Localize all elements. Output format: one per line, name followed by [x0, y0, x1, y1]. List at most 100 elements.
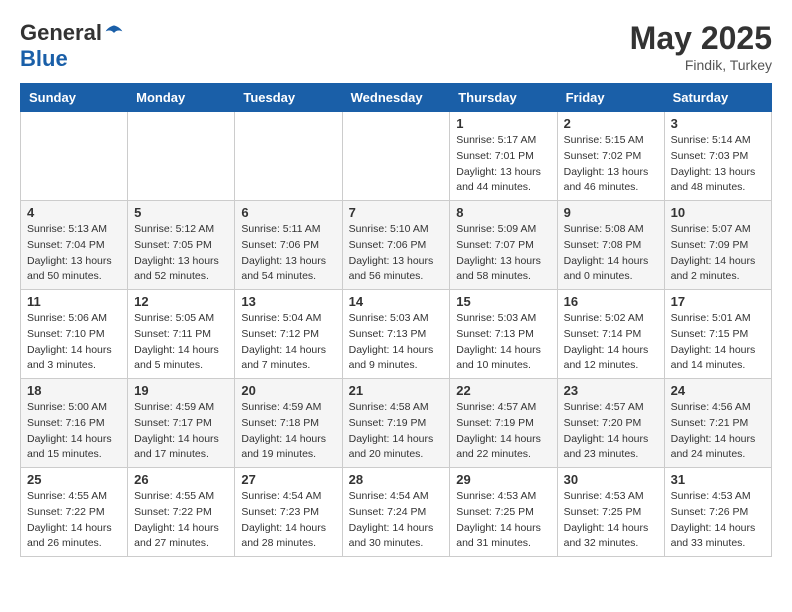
calendar-cell: 9 Sunrise: 5:08 AMSunset: 7:08 PMDaylight…: [557, 201, 664, 290]
calendar-cell: 1 Sunrise: 5:17 AMSunset: 7:01 PMDaylight…: [450, 112, 557, 201]
weekday-header-row: SundayMondayTuesdayWednesdayThursdayFrid…: [21, 84, 772, 112]
day-info: Sunrise: 4:55 AMSunset: 7:22 PMDaylight:…: [134, 489, 228, 552]
calendar-cell: 28Sunrise: 4:54 AMSunset: 7:24 PMDayligh…: [342, 468, 450, 557]
page-header: General Blue May 2025 Findik, Turkey: [20, 20, 772, 73]
day-info: Sunrise: 5:17 AMSunset: 7:01 PMDaylight:…: [456, 133, 550, 196]
day-number: 4: [27, 205, 121, 220]
day-number: 17: [671, 294, 765, 309]
day-info: Sunrise: 4:56 AMSunset: 7:21 PMDaylight:…: [671, 400, 765, 463]
weekday-header-thursday: Thursday: [450, 84, 557, 112]
day-info: Sunrise: 5:01 AMSunset: 7:15 PMDaylight:…: [671, 311, 765, 374]
calendar-week-row: 11 Sunrise: 5:06 AMSunset: 7:10 PMDayligh…: [21, 290, 772, 379]
day-number: 26: [134, 472, 228, 487]
day-info: Sunrise: 5:06 AMSunset: 7:10 PMDaylight:…: [27, 311, 121, 374]
weekday-header-sunday: Sunday: [21, 84, 128, 112]
calendar-cell: 11 Sunrise: 5:06 AMSunset: 7:10 PMDayligh…: [21, 290, 128, 379]
day-number: 18: [27, 383, 121, 398]
day-number: 1: [456, 116, 550, 131]
calendar-cell: 29 Sunrise: 4:53 AMSunset: 7:25 PMDayligh…: [450, 468, 557, 557]
day-info: Sunrise: 5:00 AMSunset: 7:16 PMDaylight:…: [27, 400, 121, 463]
calendar-cell: [21, 112, 128, 201]
day-info: Sunrise: 4:54 AMSunset: 7:24 PMDaylight:…: [349, 489, 444, 552]
calendar-week-row: 1 Sunrise: 5:17 AMSunset: 7:01 PMDaylight…: [21, 112, 772, 201]
title-block: May 2025 Findik, Turkey: [630, 20, 772, 73]
weekday-header-saturday: Saturday: [664, 84, 771, 112]
day-info: Sunrise: 5:05 AMSunset: 7:11 PMDaylight:…: [134, 311, 228, 374]
calendar-cell: 6 Sunrise: 5:11 AMSunset: 7:06 PMDaylight…: [235, 201, 342, 290]
day-info: Sunrise: 4:55 AMSunset: 7:22 PMDaylight:…: [27, 489, 121, 552]
day-number: 7: [349, 205, 444, 220]
day-number: 11: [27, 294, 121, 309]
day-number: 5: [134, 205, 228, 220]
logo: General Blue: [20, 20, 124, 72]
calendar-table: SundayMondayTuesdayWednesdayThursdayFrid…: [20, 83, 772, 557]
calendar-cell: [128, 112, 235, 201]
calendar-cell: 2Sunrise: 5:15 AMSunset: 7:02 PMDaylight…: [557, 112, 664, 201]
calendar-cell: 27 Sunrise: 4:54 AMSunset: 7:23 PMDayligh…: [235, 468, 342, 557]
calendar-cell: 3 Sunrise: 5:14 AMSunset: 7:03 PMDaylight…: [664, 112, 771, 201]
calendar-week-row: 4 Sunrise: 5:13 AMSunset: 7:04 PMDaylight…: [21, 201, 772, 290]
day-info: Sunrise: 5:15 AMSunset: 7:02 PMDaylight:…: [564, 133, 658, 196]
weekday-header-tuesday: Tuesday: [235, 84, 342, 112]
day-number: 15: [456, 294, 550, 309]
day-info: Sunrise: 5:04 AMSunset: 7:12 PMDaylight:…: [241, 311, 335, 374]
month-year-title: May 2025: [630, 20, 772, 57]
day-number: 31: [671, 472, 765, 487]
day-number: 19: [134, 383, 228, 398]
day-info: Sunrise: 4:59 AMSunset: 7:18 PMDaylight:…: [241, 400, 335, 463]
day-info: Sunrise: 4:53 AMSunset: 7:25 PMDaylight:…: [456, 489, 550, 552]
calendar-cell: 16Sunrise: 5:02 AMSunset: 7:14 PMDayligh…: [557, 290, 664, 379]
day-info: Sunrise: 5:12 AMSunset: 7:05 PMDaylight:…: [134, 222, 228, 285]
calendar-cell: 23Sunrise: 4:57 AMSunset: 7:20 PMDayligh…: [557, 379, 664, 468]
logo-bird-icon: [104, 23, 124, 43]
day-info: Sunrise: 4:59 AMSunset: 7:17 PMDaylight:…: [134, 400, 228, 463]
calendar-cell: 18 Sunrise: 5:00 AMSunset: 7:16 PMDayligh…: [21, 379, 128, 468]
calendar-week-row: 25Sunrise: 4:55 AMSunset: 7:22 PMDayligh…: [21, 468, 772, 557]
calendar-cell: 4 Sunrise: 5:13 AMSunset: 7:04 PMDaylight…: [21, 201, 128, 290]
weekday-header-monday: Monday: [128, 84, 235, 112]
day-number: 23: [564, 383, 658, 398]
day-info: Sunrise: 5:07 AMSunset: 7:09 PMDaylight:…: [671, 222, 765, 285]
location-subtitle: Findik, Turkey: [630, 57, 772, 73]
calendar-cell: 13 Sunrise: 5:04 AMSunset: 7:12 PMDayligh…: [235, 290, 342, 379]
day-number: 24: [671, 383, 765, 398]
day-info: Sunrise: 4:53 AMSunset: 7:25 PMDaylight:…: [564, 489, 658, 552]
day-number: 13: [241, 294, 335, 309]
day-number: 21: [349, 383, 444, 398]
calendar-week-row: 18 Sunrise: 5:00 AMSunset: 7:16 PMDayligh…: [21, 379, 772, 468]
day-number: 12: [134, 294, 228, 309]
day-info: Sunrise: 5:03 AMSunset: 7:13 PMDaylight:…: [456, 311, 550, 374]
day-info: Sunrise: 4:58 AMSunset: 7:19 PMDaylight:…: [349, 400, 444, 463]
day-info: Sunrise: 4:54 AMSunset: 7:23 PMDaylight:…: [241, 489, 335, 552]
calendar-cell: 15 Sunrise: 5:03 AMSunset: 7:13 PMDayligh…: [450, 290, 557, 379]
calendar-cell: 7Sunrise: 5:10 AMSunset: 7:06 PMDaylight…: [342, 201, 450, 290]
day-info: Sunrise: 5:14 AMSunset: 7:03 PMDaylight:…: [671, 133, 765, 196]
day-number: 27: [241, 472, 335, 487]
day-number: 30: [564, 472, 658, 487]
day-number: 6: [241, 205, 335, 220]
calendar-cell: 10Sunrise: 5:07 AMSunset: 7:09 PMDayligh…: [664, 201, 771, 290]
calendar-cell: 20Sunrise: 4:59 AMSunset: 7:18 PMDayligh…: [235, 379, 342, 468]
day-info: Sunrise: 5:13 AMSunset: 7:04 PMDaylight:…: [27, 222, 121, 285]
day-info: Sunrise: 5:08 AMSunset: 7:08 PMDaylight:…: [564, 222, 658, 285]
weekday-header-friday: Friday: [557, 84, 664, 112]
day-number: 9: [564, 205, 658, 220]
calendar-cell: 30 Sunrise: 4:53 AMSunset: 7:25 PMDayligh…: [557, 468, 664, 557]
day-number: 8: [456, 205, 550, 220]
logo-blue-text: Blue: [20, 46, 68, 72]
day-info: Sunrise: 5:11 AMSunset: 7:06 PMDaylight:…: [241, 222, 335, 285]
calendar-cell: 8 Sunrise: 5:09 AMSunset: 7:07 PMDaylight…: [450, 201, 557, 290]
day-number: 3: [671, 116, 765, 131]
day-info: Sunrise: 4:53 AMSunset: 7:26 PMDaylight:…: [671, 489, 765, 552]
weekday-header-wednesday: Wednesday: [342, 84, 450, 112]
day-info: Sunrise: 5:02 AMSunset: 7:14 PMDaylight:…: [564, 311, 658, 374]
calendar-cell: 22Sunrise: 4:57 AMSunset: 7:19 PMDayligh…: [450, 379, 557, 468]
calendar-cell: 12 Sunrise: 5:05 AMSunset: 7:11 PMDayligh…: [128, 290, 235, 379]
day-number: 29: [456, 472, 550, 487]
calendar-cell: 26 Sunrise: 4:55 AMSunset: 7:22 PMDayligh…: [128, 468, 235, 557]
day-info: Sunrise: 5:09 AMSunset: 7:07 PMDaylight:…: [456, 222, 550, 285]
day-info: Sunrise: 4:57 AMSunset: 7:19 PMDaylight:…: [456, 400, 550, 463]
calendar-cell: 19 Sunrise: 4:59 AMSunset: 7:17 PMDayligh…: [128, 379, 235, 468]
logo-general-text: General: [20, 20, 102, 46]
calendar-cell: 17 Sunrise: 5:01 AMSunset: 7:15 PMDayligh…: [664, 290, 771, 379]
